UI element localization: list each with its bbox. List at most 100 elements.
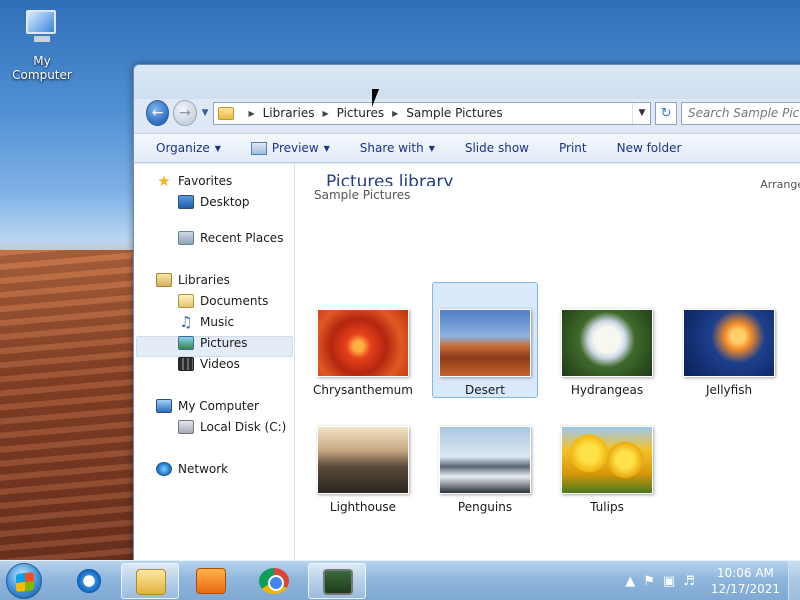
taskbar-internet-explorer[interactable] xyxy=(60,563,118,599)
taskbar-chrome[interactable] xyxy=(245,563,303,599)
nav-desktop[interactable]: Desktop xyxy=(178,195,250,209)
breadcrumb-pictures[interactable]: Pictures xyxy=(337,106,385,120)
address-dropdown-icon[interactable]: ▼ xyxy=(632,102,650,124)
thumbnail-caption: Desert xyxy=(465,383,505,397)
desktop-icon xyxy=(178,195,194,209)
breadcrumb-sample-pictures[interactable]: Sample Pictures xyxy=(406,106,502,120)
nav-network[interactable]: Network xyxy=(156,462,228,476)
taskbar-monitor-app[interactable] xyxy=(308,563,366,599)
media-player-icon xyxy=(196,568,226,594)
preview-label: Preview xyxy=(271,141,319,155)
nav-recent-places[interactable]: Recent Places xyxy=(178,231,283,245)
thumbnail-caption: Jellyfish xyxy=(705,383,753,397)
breadcrumb-libraries[interactable]: Libraries xyxy=(263,106,315,120)
library-subtitle: Sample Pictures xyxy=(314,188,411,202)
navigation-pane: ★ Favorites Desktop Recent Places Librar… xyxy=(134,164,296,564)
nav-libraries[interactable]: Libraries xyxy=(156,273,230,287)
thumbnail-item[interactable]: Lighthouse xyxy=(310,399,416,515)
taskbar: ▲ ⚑ ▣ ♬ 10:06 AM 12/17/2021 xyxy=(0,560,800,600)
show-desktop-button[interactable] xyxy=(788,561,800,600)
network-icon xyxy=(156,462,172,476)
thumbnail-image xyxy=(439,426,531,494)
address-bar[interactable]: ▶ Libraries ▶ Pictures ▶ Sample Pictures… xyxy=(213,101,652,125)
refresh-button[interactable]: ↻ xyxy=(655,101,677,125)
command-bar: Organize ▼ Preview ▼ Share with ▼ Slide … xyxy=(134,133,800,163)
volume-icon[interactable]: ♬ xyxy=(683,574,695,589)
chevron-right-icon[interactable]: ▶ xyxy=(392,109,398,118)
slide-show-label: Slide show xyxy=(464,141,529,155)
show-hidden-icons-icon[interactable]: ▲ xyxy=(625,574,635,589)
nav-videos-label: Videos xyxy=(200,357,240,371)
nav-local-disk-label: Local Disk (C:) xyxy=(200,420,287,434)
mouse-pointer-icon xyxy=(372,89,379,107)
share-with-button[interactable]: Share with ▼ xyxy=(360,141,435,155)
nav-documents[interactable]: Documents xyxy=(178,294,268,308)
nav-music[interactable]: ♫ Music xyxy=(178,315,235,330)
new-folder-button[interactable]: New folder xyxy=(617,141,682,155)
slide-show-button[interactable]: Slide show xyxy=(465,141,529,155)
forward-button[interactable]: → xyxy=(173,100,197,126)
recent-places-icon xyxy=(178,231,194,245)
nav-network-label: Network xyxy=(178,462,229,476)
nav-my-computer-label: My Computer xyxy=(178,399,259,413)
videos-icon xyxy=(178,357,194,371)
nav-libraries-label: Libraries xyxy=(178,273,230,287)
caret-down-icon: ▼ xyxy=(428,143,435,153)
folder-icon xyxy=(136,569,166,595)
preview-button[interactable]: Preview ▼ xyxy=(250,141,330,155)
back-button[interactable]: ← xyxy=(146,100,170,126)
taskbar-windows-explorer[interactable] xyxy=(121,563,179,599)
computer-icon xyxy=(156,399,172,413)
preview-icon xyxy=(250,141,267,155)
thumbnail-image xyxy=(317,309,409,377)
search-input[interactable]: Search Sample Pictures xyxy=(681,101,800,125)
hard-disk-icon xyxy=(178,420,194,434)
chrome-icon xyxy=(259,568,289,594)
desktop-icon-label: My Computer xyxy=(12,54,72,82)
content-pane: Pictures library Sample Pictures Arrange… xyxy=(296,164,800,564)
nav-music-label: Music xyxy=(200,315,235,329)
thumbnail-image xyxy=(561,426,653,494)
desktop-icon-my-computer[interactable]: My Computer xyxy=(2,8,82,82)
new-folder-label: New folder xyxy=(616,141,682,155)
documents-icon xyxy=(178,294,194,308)
start-button[interactable] xyxy=(6,563,42,599)
network-status-icon[interactable]: ▣ xyxy=(663,574,675,589)
thumbnail-caption: Tulips xyxy=(590,500,624,514)
thumbnail-item[interactable]: Hydrangeas xyxy=(554,282,660,398)
recent-pages-dropdown[interactable]: ▼ xyxy=(201,108,210,118)
nav-favorites[interactable]: ★ Favorites xyxy=(156,172,233,190)
nav-desktop-label: Desktop xyxy=(200,195,250,209)
pictures-icon xyxy=(178,336,194,350)
nav-local-disk[interactable]: Local Disk (C:) xyxy=(178,420,286,434)
internet-explorer-icon xyxy=(74,568,104,594)
navigation-bar: ← → ▼ ▶ Libraries ▶ Pictures ▶ Sample Pi… xyxy=(146,99,800,127)
clock-date: 12/17/2021 xyxy=(710,582,780,596)
thumbnail-item[interactable]: Tulips xyxy=(554,399,660,515)
arrange-by-label[interactable]: Arrange by: xyxy=(760,178,800,190)
nav-pictures[interactable]: Pictures xyxy=(178,336,248,350)
thumbnail-item[interactable]: Jellyfish xyxy=(676,282,782,398)
chevron-right-icon[interactable]: ▶ xyxy=(248,109,254,118)
thumbnail-item[interactable]: Chrysanthemum xyxy=(310,282,416,398)
pane-divider[interactable] xyxy=(294,164,295,564)
action-center-flag-icon[interactable]: ⚑ xyxy=(643,574,655,589)
nav-videos[interactable]: Videos xyxy=(178,357,240,371)
organize-button[interactable]: Organize ▼ xyxy=(156,141,221,155)
thumbnail-item-selected[interactable]: Desert xyxy=(432,282,538,398)
windows-logo-icon xyxy=(16,572,34,592)
taskbar-media-player[interactable] xyxy=(182,563,240,599)
print-label: Print xyxy=(558,141,587,155)
thumbnail-item[interactable]: Penguins xyxy=(432,399,538,515)
nav-my-computer[interactable]: My Computer xyxy=(156,399,259,413)
clock[interactable]: 10:06 AM 12/17/2021 xyxy=(711,565,780,597)
computer-icon xyxy=(20,8,64,48)
thumbnail-caption: Hydrangeas xyxy=(570,383,644,397)
star-icon: ★ xyxy=(157,172,171,190)
print-button[interactable]: Print xyxy=(559,141,587,155)
monitor-icon xyxy=(323,569,353,595)
chevron-right-icon[interactable]: ▶ xyxy=(322,109,328,118)
thumbnail-image xyxy=(317,426,409,494)
nav-favorites-label: Favorites xyxy=(178,174,233,188)
thumbnail-caption: Penguins xyxy=(457,500,513,514)
